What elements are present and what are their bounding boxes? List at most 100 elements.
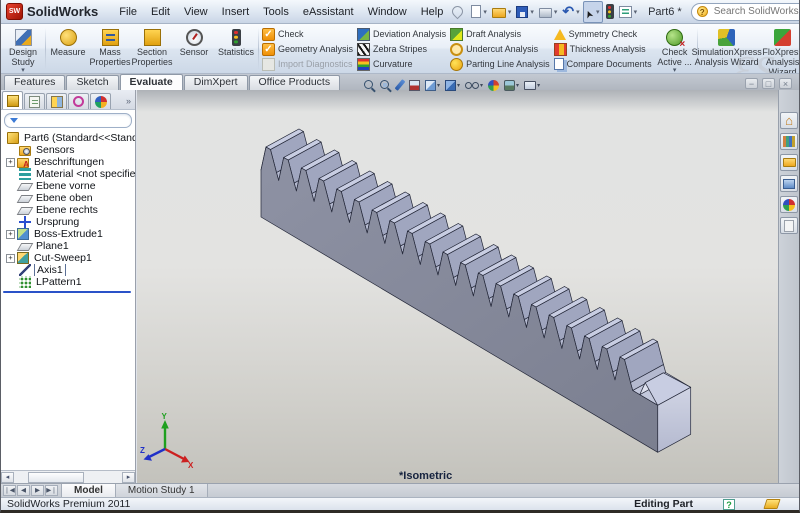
graphics-viewport[interactable]: Y X Z *Isometric [137, 90, 799, 483]
rollback-bar[interactable] [3, 291, 131, 293]
configurationmanager-tab[interactable] [46, 93, 67, 109]
ribbon-button-compare-documents[interactable]: Compare Documents [554, 58, 652, 71]
menu-eassistant[interactable]: eAssistant [296, 3, 361, 21]
custom-properties-button[interactable] [780, 217, 798, 234]
search-input[interactable] [712, 5, 800, 18]
tab-motion-study-1[interactable]: Motion Study 1 [116, 484, 208, 497]
menu-file[interactable]: File [112, 3, 144, 21]
menu-help[interactable]: Help [414, 3, 451, 21]
view-orientation-button[interactable]: ▾ [424, 80, 441, 91]
menu-view[interactable]: View [177, 3, 215, 21]
feature-tree-filter-input[interactable] [21, 115, 126, 127]
ribbon-button-parting-line-analysis[interactable]: Parting Line Analysis [450, 58, 550, 71]
tree-item-cut-sweep1[interactable]: +Cut-Sweep1 [1, 252, 135, 264]
dimxpertmanager-tab[interactable] [68, 93, 89, 109]
panel-overflow-chevron[interactable]: » [126, 96, 134, 109]
dropdown-arrow[interactable]: ▾ [483, 8, 487, 16]
save-button[interactable]: ▾ [514, 2, 536, 22]
ribbon-button-section-properties[interactable]: Section Properties [131, 26, 173, 72]
tree-item-ursprung[interactable]: Ursprung [1, 216, 135, 228]
dropdown-arrow[interactable]: ▾ [437, 82, 440, 89]
section-view-button[interactable] [408, 80, 421, 91]
tab-features[interactable]: Features [4, 75, 65, 90]
dropdown-arrow[interactable]: ▾ [554, 8, 558, 16]
new-document-button[interactable]: ▾ [469, 2, 489, 22]
tree-item-lpattern1[interactable]: LPattern1 [1, 276, 135, 288]
tab-office-products[interactable]: Office Products [249, 75, 341, 90]
tree-item-ebene-oben[interactable]: Ebene oben [1, 192, 135, 204]
dropdown-arrow[interactable]: ▾ [530, 8, 534, 16]
tree-item-material-not-specified[interactable]: Material <not specified> [1, 168, 135, 180]
ribbon-button-draft-analysis[interactable]: Draft Analysis [450, 28, 550, 41]
previous-view-button[interactable] [395, 79, 405, 91]
tree-item-part6-standard-standard[interactable]: Part6 (Standard<<Standard>_ [1, 132, 135, 144]
appearances-scenes-button[interactable] [780, 196, 798, 213]
tree-item-sensors[interactable]: Sensors [1, 144, 135, 156]
edit-appearance-button[interactable] [487, 80, 500, 91]
design-library-button[interactable] [780, 133, 798, 150]
featuremanager-tab[interactable] [2, 91, 23, 109]
menu-window[interactable]: Window [361, 3, 414, 21]
propertymanager-tab[interactable] [24, 93, 45, 109]
dropdown-arrow[interactable]: ▾ [457, 82, 460, 89]
rebuild-button[interactable] [604, 2, 616, 22]
tab-nav-previous-button[interactable]: ◀ [17, 485, 30, 496]
scrollbar-thumb[interactable] [28, 472, 84, 483]
tab-sketch[interactable]: Sketch [66, 75, 118, 90]
ribbon-button-undercut-analysis[interactable]: Undercut Analysis [450, 43, 550, 56]
hide-show-items-button[interactable]: ▾ [464, 81, 484, 90]
tree-item-ebene-vorne[interactable]: Ebene vorne [1, 180, 135, 192]
pushpin-icon[interactable] [450, 4, 466, 20]
dropdown-arrow[interactable]: ▾ [480, 82, 483, 89]
ribbon-button-curvature[interactable]: Curvature [357, 58, 446, 71]
tab-model[interactable]: Model [61, 484, 116, 497]
scroll-left-arrow[interactable]: ◂ [1, 472, 14, 483]
ribbon-button-zebra-stripes[interactable]: Zebra Stripes [357, 43, 446, 56]
ribbon-button-thickness-analysis[interactable]: Thickness Analysis [554, 43, 652, 56]
apply-scene-button[interactable]: ▾ [503, 80, 520, 91]
undo-button[interactable]: ▾ [560, 2, 581, 22]
dropdown-arrow[interactable]: ▾ [508, 8, 512, 16]
dropdown-arrow[interactable]: ▾ [576, 8, 580, 16]
view-settings-button[interactable]: ▾ [523, 81, 541, 90]
tab-nav-first-button[interactable]: ❘◀ [3, 485, 16, 496]
expander-icon[interactable]: + [6, 158, 15, 167]
ribbon-button-symmetry-check[interactable]: Symmetry Check [554, 28, 652, 41]
menu-edit[interactable]: Edit [144, 3, 177, 21]
tab-nav-last-button[interactable]: ▶❘ [45, 485, 58, 496]
select-cursor-button[interactable]: ▾ [583, 1, 603, 23]
dropdown-arrow[interactable]: ▾ [516, 82, 519, 89]
ribbon-button-measure[interactable]: Measure [47, 26, 89, 72]
tree-item-ebene-rechts[interactable]: Ebene rechts [1, 204, 135, 216]
options-button[interactable]: ▾ [617, 2, 640, 22]
ribbon-button-mass-properties[interactable]: Mass Properties [89, 26, 131, 72]
document-minimize-button[interactable]: − [745, 78, 758, 89]
ribbon-button-check-active[interactable]: Check Active ... ▾ [654, 26, 696, 72]
print-button[interactable]: ▾ [537, 2, 560, 22]
sidebar-horizontal-scrollbar[interactable]: ◂ ▸ [1, 470, 135, 483]
tab-dimxpert[interactable]: DimXpert [184, 75, 248, 90]
tag-icon[interactable] [763, 499, 780, 509]
quick-tip-help-icon[interactable]: ? [723, 499, 735, 510]
display-style-button[interactable]: ▾ [444, 80, 461, 91]
tab-nav-next-button[interactable]: ▶ [31, 485, 44, 496]
view-palette-button[interactable] [780, 175, 798, 192]
open-button[interactable]: ▾ [490, 2, 514, 22]
document-close-button[interactable]: × [779, 78, 792, 89]
dropdown-arrow[interactable]: ▾ [537, 82, 540, 89]
ribbon-button-statistics[interactable]: Statistics [215, 26, 257, 72]
expander-icon[interactable]: + [6, 230, 15, 239]
file-explorer-button[interactable] [780, 154, 798, 171]
dropdown-arrow[interactable]: ▾ [634, 8, 638, 16]
tree-item-beschriftungen[interactable]: +Beschriftungen [1, 156, 135, 168]
menu-tools[interactable]: Tools [256, 3, 296, 21]
zoom-area-button[interactable] [379, 79, 392, 91]
model-rack-gear[interactable] [261, 129, 691, 452]
tree-item-plane1[interactable]: Plane1 [1, 240, 135, 252]
zoom-fit-button[interactable] [363, 79, 376, 91]
ribbon-button-geometry-analysis[interactable]: Geometry Analysis [262, 43, 353, 56]
solidworks-resources-button[interactable] [780, 112, 798, 129]
ribbon-button-deviation-analysis[interactable]: Deviation Analysis [357, 28, 446, 41]
search-box[interactable]: ? ▾ [691, 3, 800, 21]
scroll-right-arrow[interactable]: ▸ [122, 472, 135, 483]
